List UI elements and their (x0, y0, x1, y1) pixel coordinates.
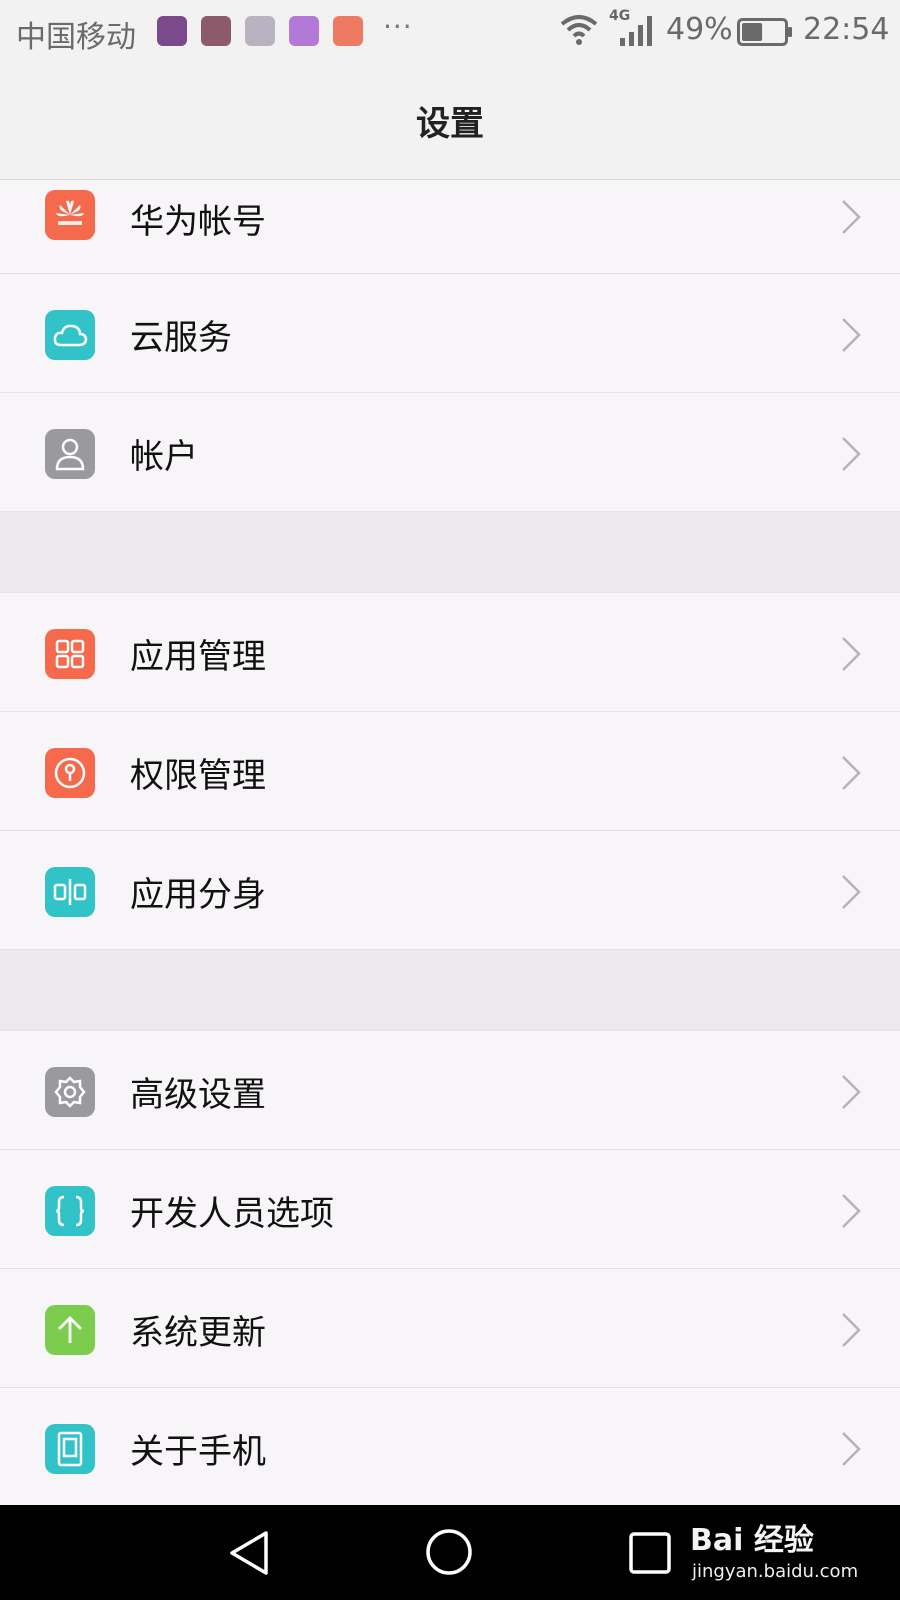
settings-item-label: 开发人员选项 (130, 1194, 334, 1234)
braces-icon (45, 1186, 95, 1236)
watermark-logo: Bai 经验 (690, 1523, 814, 1558)
settings-item-label: 权限管理 (130, 756, 266, 796)
chevron-right-icon (842, 1075, 861, 1109)
settings-list: 华为帐号 云服务 帐户 应用管理 权限管理 应用分身 高级设置 开发人员选项 系… (0, 180, 900, 1507)
watermark-url: jingyan.baidu.com (692, 1561, 859, 1582)
settings-item-permission-management[interactable]: 权限管理 (0, 712, 900, 831)
cloud-icon (45, 310, 95, 360)
settings-item-huawei-account[interactable]: 华为帐号 (0, 180, 900, 274)
settings-item-label: 华为帐号 (130, 202, 266, 242)
status-bar: 中国移动 ··· 4G 49% 22:54 (0, 0, 900, 62)
chevron-right-icon (842, 1432, 861, 1466)
home-icon[interactable] (424, 1527, 474, 1577)
back-icon[interactable] (228, 1529, 272, 1577)
settings-item-label: 应用管理 (130, 637, 266, 677)
battery-icon (737, 18, 792, 46)
settings-item-cloud-service[interactable]: 云服务 (0, 274, 900, 393)
music-app-notification-icon (201, 16, 231, 46)
more-notifications-icon: ··· (383, 10, 413, 43)
wifi-icon (560, 15, 598, 45)
huawei-logo-icon (45, 190, 95, 240)
page-title: 设置 (416, 104, 484, 144)
chevron-right-icon (842, 318, 861, 352)
health-app-notification-icon (157, 16, 187, 46)
settings-item-label: 云服务 (130, 318, 232, 358)
settings-item-about-phone[interactable]: 关于手机 (0, 1388, 900, 1507)
keyhole-icon (45, 748, 95, 798)
chevron-right-icon (842, 1194, 861, 1228)
settings-item-label: 系统更新 (130, 1313, 266, 1353)
settings-item-label: 关于手机 (130, 1432, 266, 1472)
gear-icon (45, 1067, 95, 1117)
arrow-up-icon (45, 1305, 95, 1355)
tools-notification-icon (333, 16, 363, 46)
app-twin-icon (45, 867, 95, 917)
settings-item-advanced-settings[interactable]: 高级设置 (0, 1031, 900, 1150)
signal-strength-icon (620, 16, 652, 46)
chevron-right-icon (842, 1313, 861, 1347)
chevron-right-icon (842, 437, 861, 471)
group-separator (0, 512, 900, 593)
chevron-right-icon (842, 637, 861, 671)
settings-item-app-management[interactable]: 应用管理 (0, 593, 900, 712)
photo-notification-icon (245, 16, 275, 46)
carrier-name: 中国移动 (16, 20, 136, 55)
chevron-right-icon (842, 200, 861, 234)
apps-grid-icon (45, 629, 95, 679)
navigation-bar: Bai 经验 jingyan.baidu.com (0, 1505, 900, 1600)
settings-item-label: 高级设置 (130, 1075, 266, 1115)
settings-item-system-update[interactable]: 系统更新 (0, 1269, 900, 1388)
battery-percent: 49% (666, 12, 733, 47)
settings-item-label: 应用分身 (130, 875, 266, 915)
settings-item-accounts[interactable]: 帐户 (0, 393, 900, 512)
gallery-notification-icon (289, 16, 319, 46)
clock: 22:54 (803, 12, 890, 47)
settings-item-developer-options[interactable]: 开发人员选项 (0, 1150, 900, 1269)
app-header: 设置 (0, 62, 900, 180)
group-separator (0, 950, 900, 1031)
chevron-right-icon (842, 875, 861, 909)
recent-apps-icon[interactable] (628, 1531, 672, 1575)
chevron-right-icon (842, 756, 861, 790)
person-icon (45, 429, 95, 479)
settings-item-app-twin[interactable]: 应用分身 (0, 831, 900, 950)
settings-item-label: 帐户 (130, 437, 198, 477)
phone-icon (45, 1424, 95, 1474)
